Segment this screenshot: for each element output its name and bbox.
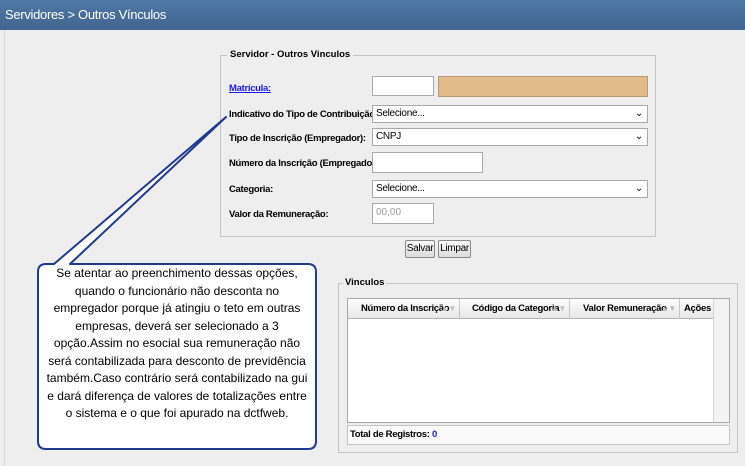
column-label: Código da Categoria <box>472 303 560 314</box>
total-label: Total de Registros: <box>350 429 430 440</box>
chevron-down-icon: ⌄ <box>634 108 643 119</box>
column-valor-remuneracao[interactable]: Valor Remuneração ▲▼ <box>570 299 680 319</box>
matricula-name-display <box>438 76 648 97</box>
sort-icon: ▲▼ <box>440 304 457 313</box>
tipo-contribuicao-label: Indicativo do Tipo de Contribuição: <box>229 109 378 120</box>
column-numero-inscricao[interactable]: Número da Inscrição ▲▼ <box>348 299 460 319</box>
total-count: 0 <box>431 429 437 440</box>
servidor-outros-vinculos-form: Servidor - Outros Vinculos Matrícula: In… <box>220 49 656 237</box>
numero-inscricao-input[interactable] <box>372 152 483 173</box>
matricula-link[interactable]: Matrícula: <box>229 83 271 94</box>
tipo-inscricao-value: CNPJ <box>376 131 401 142</box>
numero-inscricao-label: Número da Inscrição (Empregador): <box>229 158 382 169</box>
callout-note: Se atentar ao preenchimento dessas opçõe… <box>46 266 308 420</box>
sort-icon: ▲▼ <box>550 304 567 313</box>
categoria-label: Categoria: <box>229 184 273 195</box>
column-codigo-categoria[interactable]: Código da Categoria ▲▼ <box>460 299 570 319</box>
sort-icon: ▲▼ <box>660 304 677 313</box>
column-label: Ações <box>684 303 712 314</box>
page-title-bar: Servidores > Outros Vínculos <box>0 0 745 30</box>
vinculos-legend: Vinculos <box>343 277 387 288</box>
tipo-contribuicao-select[interactable]: Selecione... ⌄ <box>372 105 648 123</box>
vinculos-table: Número da Inscrição ▲▼ Código da Categor… <box>347 298 730 423</box>
form-legend: Servidor - Outros Vinculos <box>227 49 354 60</box>
tipo-inscricao-select[interactable]: CNPJ ⌄ <box>372 128 648 146</box>
tipo-contribuicao-value: Selecione... <box>376 108 425 119</box>
matricula-label-row: Matrícula: <box>229 83 271 94</box>
chevron-down-icon: ⌄ <box>634 131 643 142</box>
valor-remuneracao-input[interactable]: 00,00 <box>372 203 434 224</box>
valor-remuneracao-label: Valor da Remuneração: <box>229 209 329 220</box>
tipo-inscricao-label: Tipo de Inscrição (Empregador): <box>229 133 366 144</box>
breadcrumb: Servidores > Outros Vínculos <box>5 7 167 22</box>
column-label: Número da Inscrição <box>361 303 450 314</box>
chevron-down-icon: ⌄ <box>634 183 643 194</box>
table-header: Número da Inscrição ▲▼ Código da Categor… <box>348 299 714 319</box>
column-acoes: Ações <box>680 299 714 319</box>
categoria-select[interactable]: Selecione... ⌄ <box>372 180 648 198</box>
matricula-input[interactable] <box>372 76 434 96</box>
save-button[interactable]: Salvar <box>405 240 435 258</box>
categoria-value: Selecione... <box>376 183 425 194</box>
table-scrollbar[interactable] <box>713 299 729 422</box>
clear-button[interactable]: Limpar <box>438 240 471 258</box>
column-label: Valor Remuneração <box>583 303 667 314</box>
vinculos-section: Vinculos Número da Inscrição ▲▼ Código d… <box>338 277 738 453</box>
total-registros: Total de Registros: 0 <box>347 425 730 445</box>
